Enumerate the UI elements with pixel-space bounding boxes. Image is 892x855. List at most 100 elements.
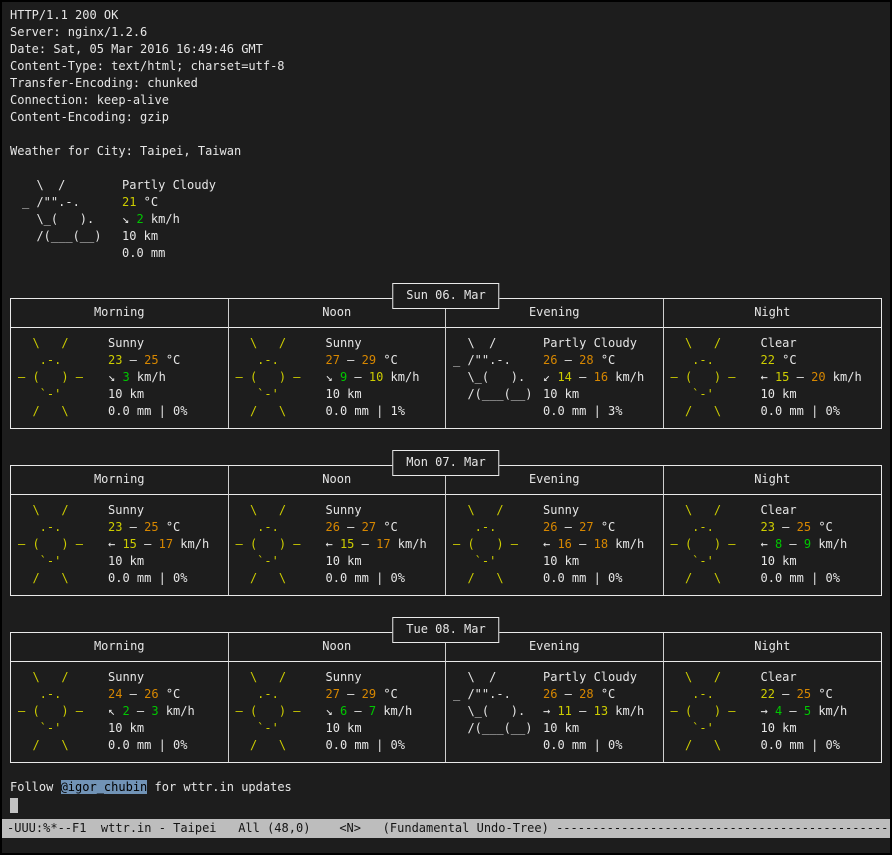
- weather-text-line: ↘ 6 – 7 km/h: [326, 703, 413, 720]
- terminal-screen: HTTP/1.1 200 OK Server: nginx/1.2.6 Date…: [2, 2, 890, 853]
- sun-icon: \ / .-. – ( ) – `-' / \: [236, 335, 326, 420]
- cursor-line: [10, 798, 882, 815]
- date-label: Sun 06. Mar: [392, 283, 499, 309]
- weather-text-line: 0.0 mm | 0%: [761, 737, 848, 754]
- weather-text-line: 10 km: [761, 386, 862, 403]
- forecast-table: MorningNoonEveningNight \ / .-. – ( ) – …: [10, 465, 882, 596]
- weather-info: Partly Cloudy26 – 28 °C→ 11 – 13 km/h10 …: [543, 669, 644, 754]
- weather-text-line: ← 15 – 20 km/h: [761, 369, 862, 386]
- weather-info: Sunny23 – 25 °C← 15 – 17 km/h10 km0.0 mm…: [108, 502, 209, 587]
- twitter-handle-link[interactable]: @igor_chubin: [61, 780, 148, 794]
- weather-text-line: 10 km: [761, 553, 848, 570]
- weather-text-line: 0.0 mm | 0%: [543, 570, 644, 587]
- sun-icon: \ / .-. – ( ) – `-' / \: [671, 502, 761, 587]
- weather-cell: \ / .-. – ( ) – `-' / \ Clear23 – 25 °C←…: [664, 495, 882, 595]
- forecast-days: Sun 06. MarMorningNoonEveningNight \ / .…: [10, 298, 882, 763]
- weather-info: Partly Cloudy26 – 28 °C↙ 14 – 16 km/h10 …: [543, 335, 644, 420]
- sun-icon: \ / .-. – ( ) – `-' / \: [671, 669, 761, 754]
- weather-text-line: 0.0 mm | 0%: [108, 403, 187, 420]
- weather-cell: \ / .-. – ( ) – `-' / \ Sunny26 – 27 °C←…: [446, 495, 664, 595]
- blank-line: [10, 126, 882, 143]
- weather-cell: \ / .-. – ( ) – `-' / \ Sunny23 – 25 °C←…: [11, 495, 229, 595]
- weather-cell: \ / .-. – ( ) – `-' / \ Sunny24 – 26 °C↖…: [11, 662, 229, 762]
- weather-text-line: 24 – 26 °C: [108, 686, 195, 703]
- weather-text-line: ← 15 – 17 km/h: [326, 536, 427, 553]
- weather-text-line: Partly Cloudy: [543, 669, 644, 686]
- footer-line: Follow @igor_chubin for wttr.in updates: [10, 779, 882, 796]
- weather-text-line: 10 km: [326, 386, 420, 403]
- period-header: Night: [664, 466, 882, 495]
- weather-text-line: 10 km: [122, 228, 216, 245]
- weather-text-line: 10 km: [761, 720, 848, 737]
- sun-icon: \ / .-. – ( ) – `-' / \: [453, 502, 543, 587]
- sun-icon: \ / .-. – ( ) – `-' / \: [18, 502, 108, 587]
- weather-text-line: 27 – 29 °C: [326, 686, 413, 703]
- http-header-line: Content-Encoding: gzip: [10, 109, 882, 126]
- weather-text-line: 0.0 mm | 0%: [108, 737, 195, 754]
- footer-text-prefix: Follow: [10, 780, 61, 794]
- weather-text-line: Partly Cloudy: [122, 177, 216, 194]
- weather-info: Clear23 – 25 °C← 8 – 9 km/h10 km0.0 mm |…: [761, 502, 848, 587]
- weather-text-line: 23 – 25 °C: [108, 519, 209, 536]
- sun-icon: \ / .-. – ( ) – `-' / \: [236, 502, 326, 587]
- forecast-day: Sun 06. MarMorningNoonEveningNight \ / .…: [10, 298, 882, 429]
- weather-text-line: 0.0 mm | 0%: [761, 403, 862, 420]
- weather-info: Sunny27 – 29 °C↘ 9 – 10 km/h10 km0.0 mm …: [326, 335, 420, 420]
- weather-info: Sunny26 – 27 °C← 15 – 17 km/h10 km0.0 mm…: [326, 502, 427, 587]
- weather-text-line: ↘ 9 – 10 km/h: [326, 369, 420, 386]
- weather-text-line: Sunny: [326, 335, 420, 352]
- weather-text-line: 10 km: [543, 553, 644, 570]
- weather-text-line: 10 km: [108, 720, 195, 737]
- weather-text-line: 10 km: [108, 386, 187, 403]
- sun-icon: \ / .-. – ( ) – `-' / \: [18, 669, 108, 754]
- partly-cloudy-icon: \ / _ /"".-. \_( ). /(___(__): [453, 335, 543, 420]
- weather-text-line: ↙ 14 – 16 km/h: [543, 369, 644, 386]
- period-header: Morning: [11, 466, 229, 495]
- weather-cell: \ / .-. – ( ) – `-' / \ Sunny27 – 29 °C↘…: [229, 328, 447, 428]
- period-header: Night: [664, 633, 882, 662]
- http-header-line: Transfer-Encoding: chunked: [10, 75, 882, 92]
- weather-text-line: → 4 – 5 km/h: [761, 703, 848, 720]
- weather-text-line: Sunny: [326, 669, 413, 686]
- http-header-line: Content-Type: text/html; charset=utf-8: [10, 58, 882, 75]
- weather-text-line: ← 15 – 17 km/h: [108, 536, 209, 553]
- period-header: Morning: [11, 633, 229, 662]
- weather-info: Clear22 – 25 °C→ 4 – 5 km/h10 km0.0 mm |…: [761, 669, 848, 754]
- weather-cell: \ / _ /"".-. \_( ). /(___(__) Partly Clo…: [446, 328, 664, 428]
- weather-text-line: 0.0 mm | 0%: [326, 737, 413, 754]
- current-conditions: \ / _ /"".-. \_( ). /(___(__) Partly Clo…: [10, 177, 882, 262]
- weather-cell: \ / .-. – ( ) – `-' / \ Sunny23 – 25 °C↘…: [11, 328, 229, 428]
- weather-text-line: 0.0 mm | 0%: [543, 737, 644, 754]
- current-info: Partly Cloudy21 °C↘ 2 km/h10 km0.0 mm: [122, 177, 216, 262]
- weather-text-line: 0.0 mm | 0%: [761, 570, 848, 587]
- weather-info: Sunny26 – 27 °C← 16 – 18 km/h10 km0.0 mm…: [543, 502, 644, 587]
- forecast-table: MorningNoonEveningNight \ / .-. – ( ) – …: [10, 632, 882, 763]
- weather-text-line: Sunny: [108, 669, 195, 686]
- period-header: Night: [664, 299, 882, 328]
- text-cursor: [10, 798, 18, 813]
- weather-cell: \ / .-. – ( ) – `-' / \ Sunny27 – 29 °C↘…: [229, 662, 447, 762]
- weather-info: Clear22 °C← 15 – 20 km/h10 km0.0 mm | 0%: [761, 335, 862, 420]
- weather-text-line: Clear: [761, 669, 848, 686]
- weather-text-line: Partly Cloudy: [543, 335, 644, 352]
- weather-text-line: 26 – 28 °C: [543, 352, 644, 369]
- weather-text-line: 0.0 mm | 3%: [543, 403, 644, 420]
- date-label: Mon 07. Mar: [392, 450, 499, 476]
- blank-line: [10, 160, 882, 177]
- weather-text-line: ← 16 – 18 km/h: [543, 536, 644, 553]
- weather-cell: \ / _ /"".-. \_( ). /(___(__) Partly Clo…: [446, 662, 664, 762]
- weather-text-line: Clear: [761, 502, 848, 519]
- weather-text-line: 21 °C: [122, 194, 216, 211]
- emacs-modeline: -UUU:%*--F1 wttr.in - Taipei All (48,0) …: [2, 819, 890, 838]
- weather-text-line: 22 – 25 °C: [761, 686, 848, 703]
- weather-text-line: 0.0 mm: [122, 245, 216, 262]
- weather-text-line: 26 – 28 °C: [543, 686, 644, 703]
- weather-text-line: 23 – 25 °C: [108, 352, 187, 369]
- weather-cell: \ / .-. – ( ) – `-' / \ Clear22 °C← 15 –…: [664, 328, 882, 428]
- weather-text-line: 10 km: [108, 553, 209, 570]
- http-response-headers: HTTP/1.1 200 OK Server: nginx/1.2.6 Date…: [10, 7, 882, 126]
- weather-text-line: Sunny: [108, 335, 187, 352]
- weather-text-line: ↘ 3 km/h: [108, 369, 187, 386]
- weather-text-line: 10 km: [543, 720, 644, 737]
- weather-text-line: ↖ 2 – 3 km/h: [108, 703, 195, 720]
